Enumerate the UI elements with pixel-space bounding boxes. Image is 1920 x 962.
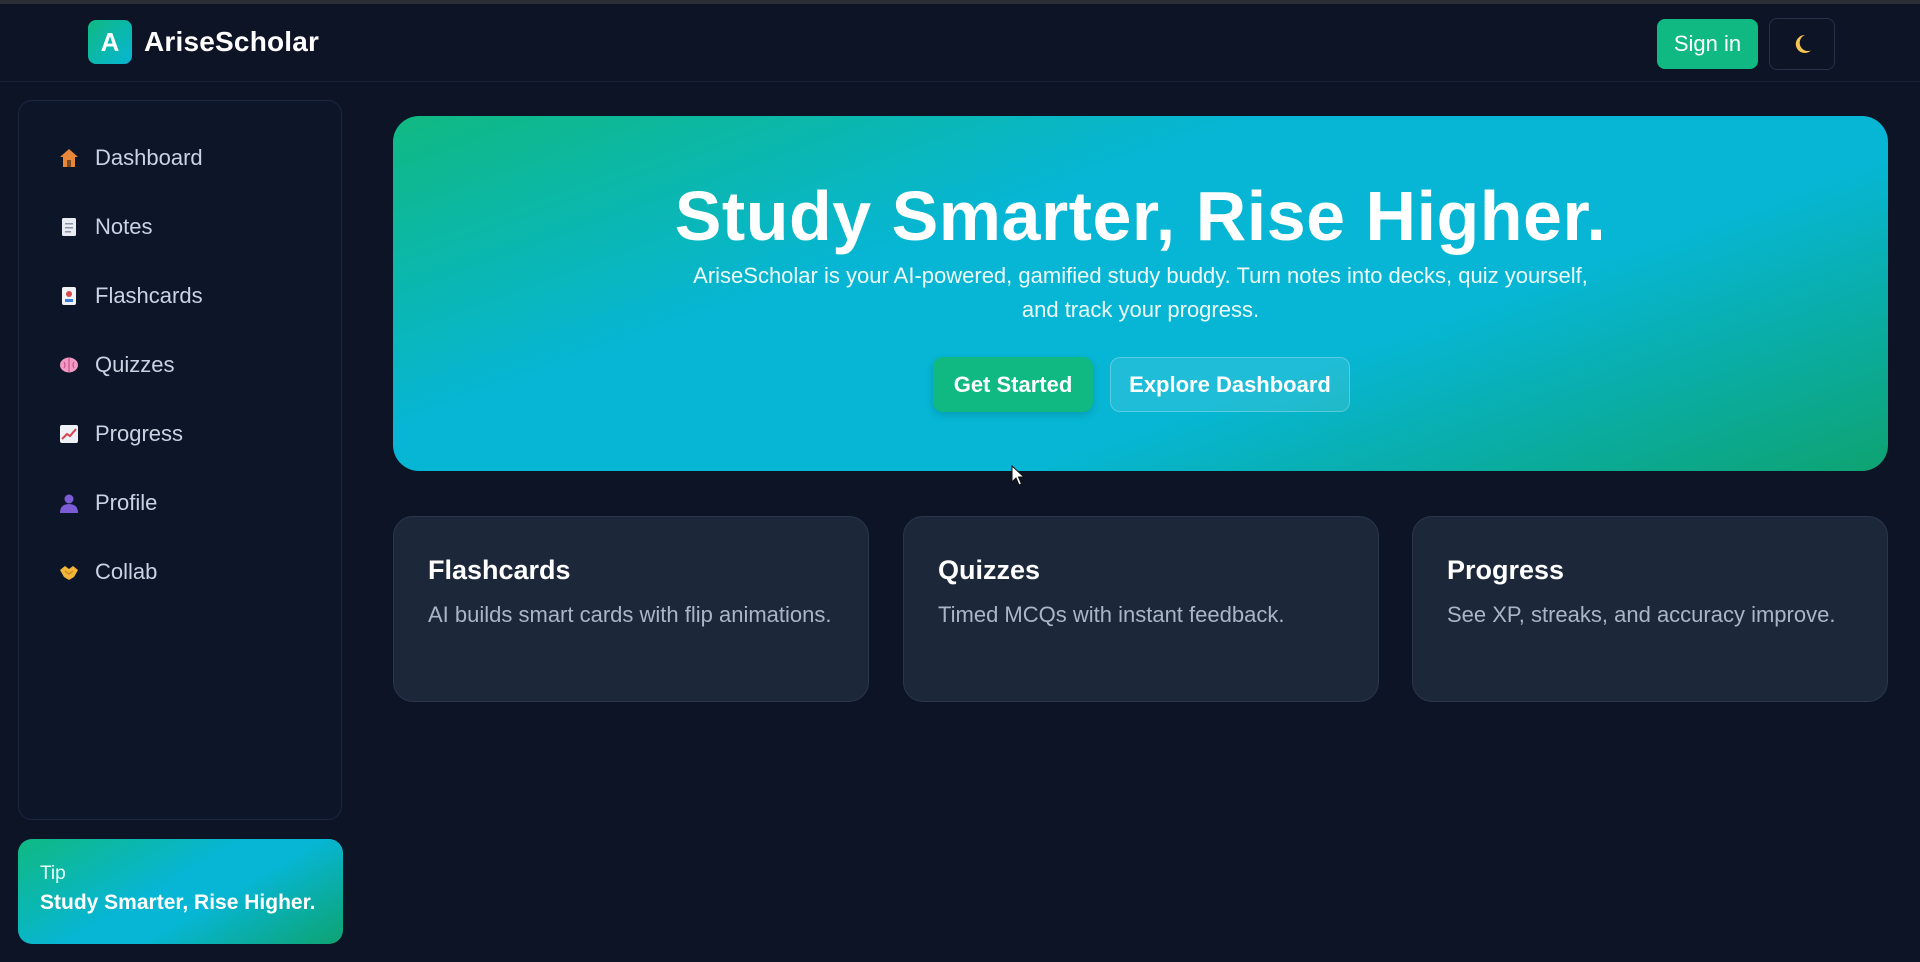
document-icon: [57, 215, 81, 239]
sidebar-item-label: Quizzes: [95, 352, 175, 377]
mouse-cursor-icon: [1011, 465, 1025, 486]
tip-text: Study Smarter, Rise Higher.: [40, 891, 316, 914]
chart-icon: [57, 422, 81, 446]
brand-name: AriseScholar: [144, 26, 320, 57]
logo-badge: A: [88, 20, 132, 64]
get-started-button[interactable]: Get Started: [933, 357, 1093, 412]
sidebar-item-label: Profile: [95, 490, 158, 515]
sidebar-item-label: Progress: [95, 421, 184, 446]
sidebar-item-collab[interactable]: Collab: [19, 544, 341, 600]
hero-title: Study Smarter, Rise Higher.: [674, 177, 1607, 255]
hero-banner: Study Smarter, Rise Higher. AriseScholar…: [393, 116, 1888, 471]
brain-icon: [57, 353, 81, 377]
sidebar: Dashboard Notes Flashcards Quizzes Progr…: [18, 100, 342, 820]
sidebar-item-label: Collab: [95, 559, 158, 584]
cards-icon: [57, 284, 81, 308]
sidebar-item-quizzes[interactable]: Quizzes: [19, 337, 341, 393]
theme-toggle-button[interactable]: [1769, 18, 1835, 70]
explore-dashboard-button[interactable]: Explore Dashboard: [1110, 357, 1350, 412]
sidebar-item-label: Notes: [95, 214, 153, 239]
moon-icon: [1795, 34, 1811, 53]
top-bar: A AriseScholar Sign in: [0, 4, 1920, 82]
sidebar-item-profile[interactable]: Profile: [19, 475, 341, 531]
sign-in-button[interactable]: Sign in: [1657, 19, 1758, 69]
sidebar-item-progress[interactable]: Progress: [19, 406, 341, 462]
hero-subtitle: AriseScholar is your AI-powered, gamifie…: [693, 263, 1588, 322]
user-icon: [57, 491, 81, 515]
house-icon: [57, 146, 81, 170]
feature-card-progress[interactable]: Progress See XP, streaks, and accuracy i…: [1412, 516, 1888, 702]
sidebar-item-label: Dashboard: [95, 145, 203, 170]
feature-card-title: Flashcards: [428, 555, 571, 585]
tip-card: Tip Study Smarter, Rise Higher.: [18, 839, 343, 944]
feature-card-title: Progress: [1447, 555, 1565, 585]
feature-card-text: Timed MCQs with instant feedback.: [938, 602, 1285, 627]
tip-label: Tip: [40, 863, 66, 884]
handshake-icon: [57, 560, 81, 584]
feature-card-quizzes[interactable]: Quizzes Timed MCQs with instant feedback…: [903, 516, 1379, 702]
feature-card-text: AI builds smart cards with flip animatio…: [428, 602, 832, 627]
sidebar-item-flashcards[interactable]: Flashcards: [19, 268, 341, 324]
sidebar-item-notes[interactable]: Notes: [19, 199, 341, 255]
sidebar-item-label: Flashcards: [95, 283, 203, 308]
feature-card-title: Quizzes: [938, 555, 1041, 585]
brand[interactable]: A AriseScholar: [88, 20, 319, 64]
feature-card-flashcards[interactable]: Flashcards AI builds smart cards with fl…: [393, 516, 869, 702]
sidebar-item-dashboard[interactable]: Dashboard: [19, 130, 341, 186]
feature-card-text: See XP, streaks, and accuracy improve.: [1447, 602, 1836, 627]
